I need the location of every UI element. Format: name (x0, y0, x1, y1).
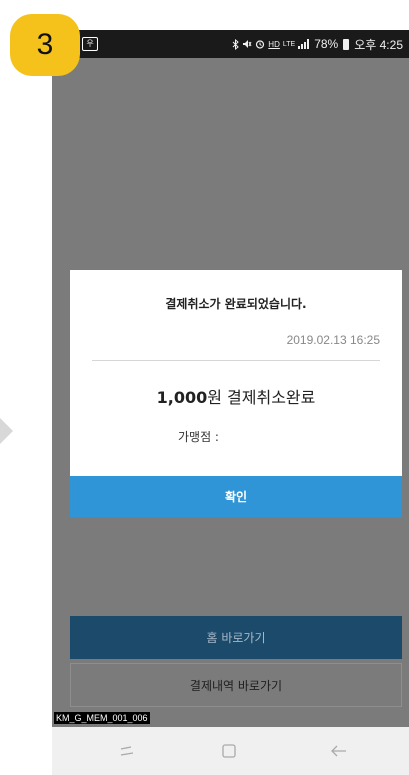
home-button[interactable]: 홈 바로가기 (70, 616, 402, 659)
alarm-icon (256, 40, 265, 49)
dialog-message: 결제취소가 완료되었습니다. (165, 297, 307, 311)
hd-icon: HD (268, 39, 280, 49)
status-icons: HD LTE (232, 38, 310, 50)
status-right: HD LTE 78% 오후 4:25 (232, 30, 403, 58)
payment-history-button[interactable]: 결제내역 바로가기 (70, 663, 402, 707)
amount-value: 1,000 (156, 388, 208, 407)
bluetooth-icon (232, 38, 240, 50)
mute-icon (243, 40, 252, 48)
lte-icon: LTE (282, 40, 296, 48)
phone-screen: 우 HD LTE 78% 오후 4:25 결제취소가 완료되었습니다. 2019… (52, 30, 409, 775)
confirm-button[interactable]: 확인 (70, 476, 402, 517)
back-icon[interactable] (324, 741, 354, 761)
side-arrow-icon (0, 418, 13, 444)
step-badge: 3 (10, 14, 80, 76)
battery-icon (343, 38, 350, 50)
navigation-bar (52, 727, 409, 775)
merchant-label: 가맹점 : (178, 430, 219, 444)
screen-code-label: KM_G_MEM_001_006 (54, 712, 150, 724)
cancel-amount: 1,000원 결제취소완료 (70, 384, 402, 408)
dialog-divider (92, 360, 380, 361)
signal-icon (298, 39, 310, 49)
sim-icon: 우 (82, 37, 98, 51)
amount-suffix: 원 결제취소완료 (207, 388, 316, 407)
step-number: 3 (36, 28, 54, 61)
recent-apps-icon[interactable] (112, 741, 142, 761)
status-time: 오후 4:25 (354, 37, 403, 52)
status-bar: 우 HD LTE 78% 오후 4:25 (52, 30, 409, 58)
dialog-timestamp: 2019.02.13 16:25 (286, 333, 380, 347)
home-nav-icon[interactable] (214, 741, 244, 761)
cancel-complete-dialog: 결제취소가 완료되었습니다. 2019.02.13 16:25 1,000원 결… (70, 270, 402, 517)
battery-percent: 78% (314, 37, 339, 51)
